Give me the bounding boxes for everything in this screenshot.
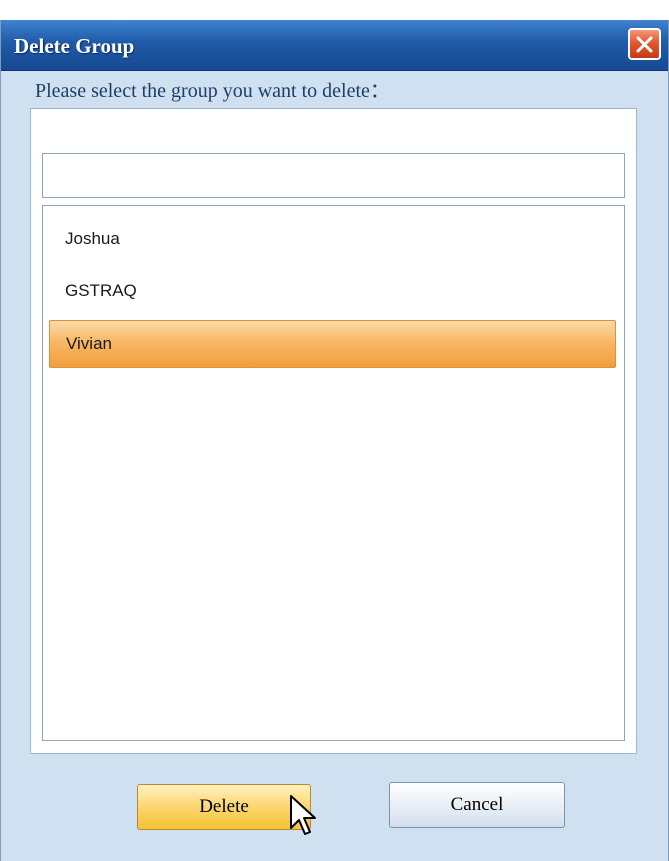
cancel-button-label: Cancel (450, 794, 504, 815)
cancel-button[interactable]: Cancel (389, 782, 565, 828)
list-item-label: GSTRAQ (65, 281, 137, 300)
list-item-label: Vivian (66, 334, 112, 353)
mouse-pointer-icon (290, 795, 316, 835)
close-button[interactable] (628, 28, 661, 60)
list-item-vivian[interactable]: Vivian (49, 320, 616, 368)
list-item-gstraq[interactable]: GSTRAQ (49, 267, 616, 315)
delete-button[interactable]: Delete (137, 784, 311, 830)
title-bar[interactable]: Delete Group (1, 20, 668, 71)
window-title: Delete Group (14, 34, 135, 58)
group-filter-input[interactable] (42, 153, 625, 198)
list-item-joshua[interactable]: Joshua (49, 215, 616, 263)
group-list[interactable]: Joshua GSTRAQ Vivian (42, 205, 625, 741)
delete-button-label: Delete (199, 796, 249, 817)
instruction-label: Please select the group you want to dele… (35, 80, 390, 102)
close-icon (636, 36, 653, 53)
list-item-label: Joshua (65, 229, 120, 248)
